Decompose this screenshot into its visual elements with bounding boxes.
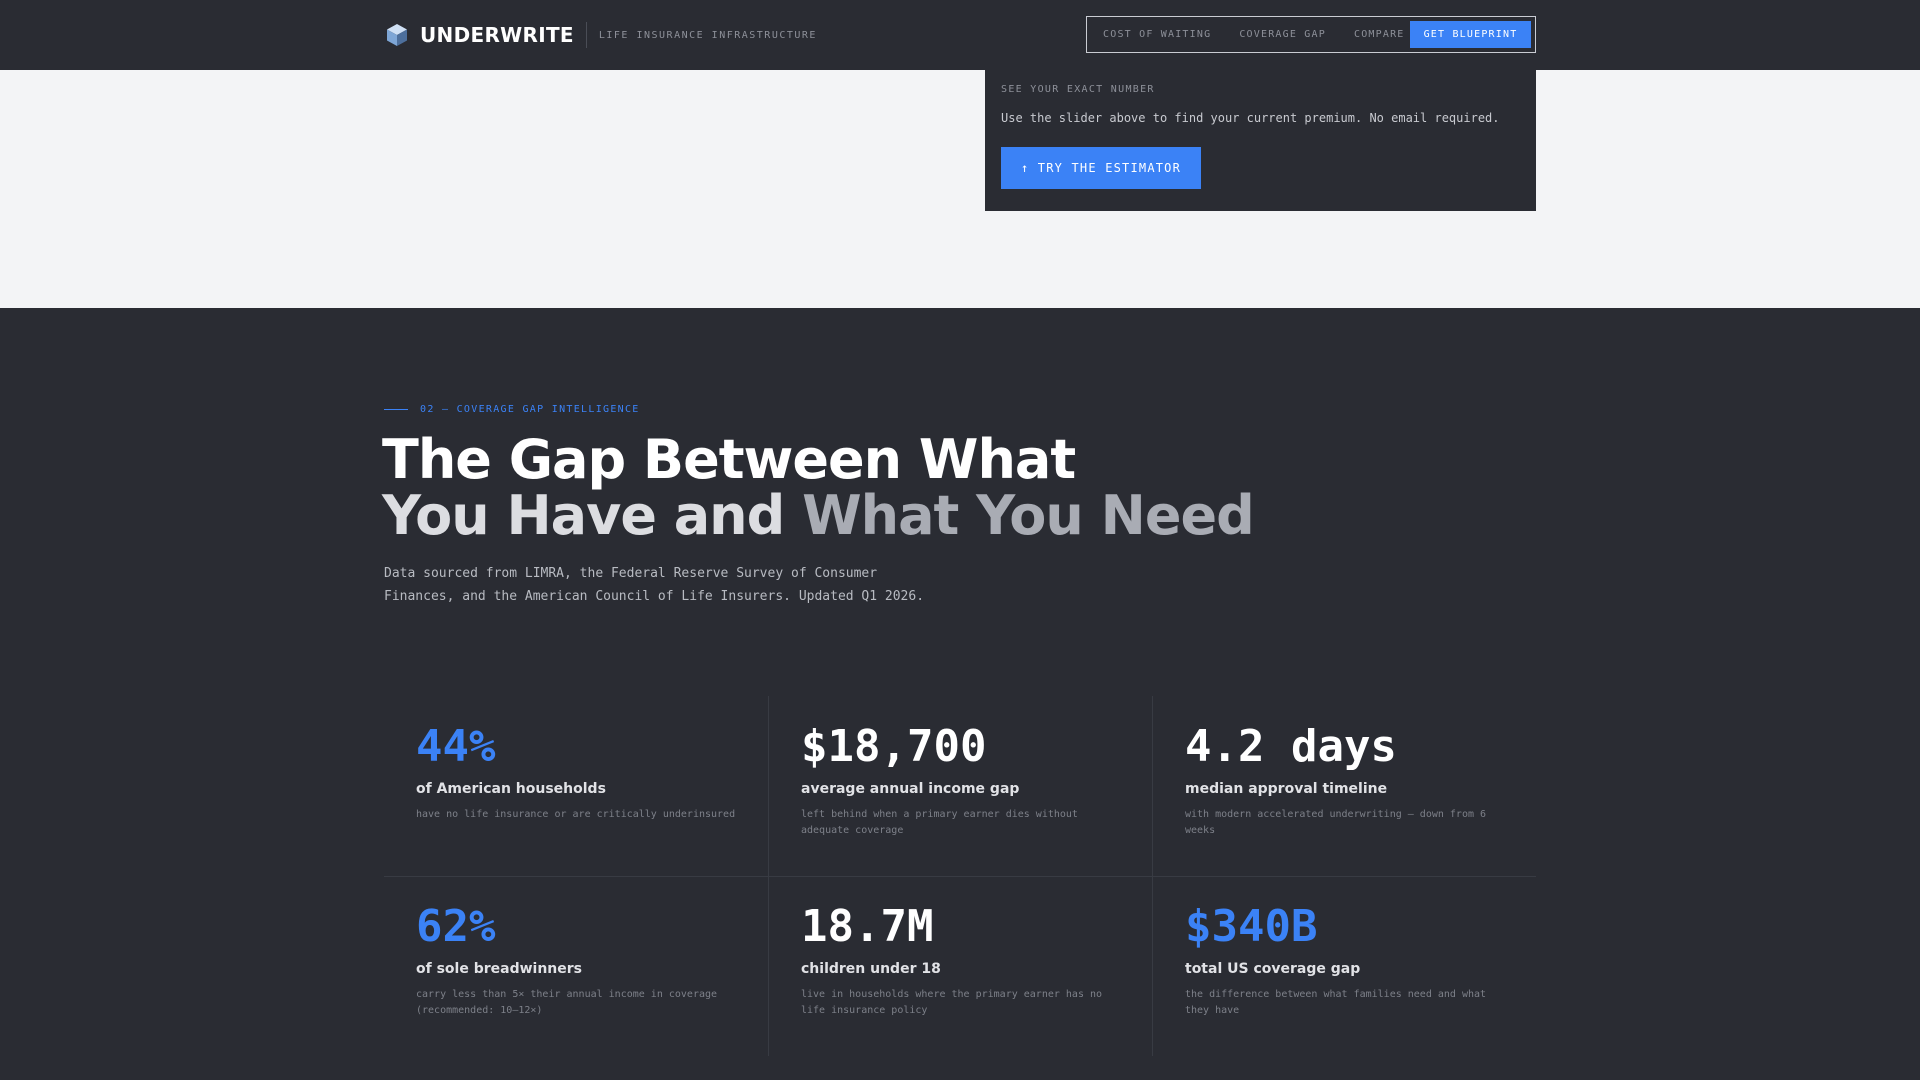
nav-link-compare[interactable]: COMPARE: [1354, 29, 1405, 40]
brand-divider: [585, 22, 587, 48]
stat-description: left behind when a primary earner dies w…: [801, 809, 1078, 836]
stat-card: 44% of American households have no life …: [384, 696, 768, 876]
headline-line-2-b: What You Need: [802, 484, 1255, 547]
stat-label: children under 18: [801, 961, 941, 977]
eyebrow-text: 02 — COVERAGE GAP INTELLIGENCE: [420, 404, 640, 415]
estimator-section-bottom: [0, 70, 1920, 308]
stat-description: live in households where the primary ear…: [801, 989, 1103, 1016]
stat-card: $340B total US coverage gap the differen…: [1152, 876, 1536, 1056]
stats-grid: 44% of American households have no life …: [384, 696, 1536, 1056]
headline-line-2-a: You Have and: [382, 484, 803, 547]
stat-label: total US coverage gap: [1185, 961, 1361, 977]
stat-value: $340B: [1185, 901, 1318, 952]
stat-value: 4.2 days: [1185, 721, 1397, 772]
brand[interactable]: UNDERWRITE LIFE INSURANCE INFRASTRUCTURE: [384, 20, 817, 50]
stat-value: 18.7M: [801, 901, 934, 952]
stat-card: 62% of sole breadwinners carry less than…: [384, 876, 768, 1056]
brand-name: UNDERWRITE: [420, 23, 574, 47]
estimator-cta-card: SEE YOUR EXACT NUMBER Use the slider abo…: [985, 70, 1536, 211]
brand-tagline: LIFE INSURANCE INFRASTRUCTURE: [598, 29, 817, 41]
main-nav: COST OF WAITING COVERAGE GAP COMPARE GET…: [1086, 16, 1536, 53]
stat-value: 62%: [416, 901, 496, 952]
stat-description: carry less than 5× their annual income i…: [416, 989, 718, 1016]
stat-card: 18.7M children under 18 live in househol…: [768, 876, 1152, 1056]
headline-line-1: The Gap Between What: [382, 428, 1076, 491]
nav-link-cost-of-waiting[interactable]: COST OF WAITING: [1103, 29, 1211, 40]
top-navigation-bar: UNDERWRITE LIFE INSURANCE INFRASTRUCTURE…: [0, 0, 1920, 70]
stat-card: 4.2 days median approval timeline with m…: [1152, 696, 1536, 876]
nav-link-coverage-gap[interactable]: COVERAGE GAP: [1239, 29, 1326, 40]
stat-card: $18,700 average annual income gap left b…: [768, 696, 1152, 876]
stat-label: of sole breadwinners: [416, 961, 582, 977]
section-eyebrow: 02 — COVERAGE GAP INTELLIGENCE: [384, 404, 640, 415]
get-blueprint-button[interactable]: GET BLUEPRINT: [1410, 21, 1531, 48]
stat-description: with modern accelerated underwriting — d…: [1185, 809, 1487, 836]
eyebrow-line: [384, 409, 408, 410]
stat-value: $18,700: [801, 721, 987, 772]
card-kicker: SEE YOUR EXACT NUMBER: [1001, 84, 1155, 95]
coverage-gap-section: 02 — COVERAGE GAP INTELLIGENCE The Gap B…: [0, 308, 1920, 1080]
section-headline: The Gap Between What You Have and What Y…: [382, 428, 1255, 547]
stat-label: average annual income gap: [801, 781, 1020, 797]
try-estimator-button[interactable]: ↑ TRY THE ESTIMATOR: [1001, 147, 1201, 189]
card-text: Use the slider above to find your curren…: [1001, 111, 1500, 125]
stat-label: median approval timeline: [1185, 781, 1388, 797]
stat-value: 44%: [416, 721, 496, 772]
stat-label: of American households: [416, 781, 606, 797]
stat-description: have no life insurance or are critically…: [416, 809, 736, 820]
section-intro: Data sourced from LIMRA, the Federal Res…: [384, 566, 925, 604]
stat-description: the difference between what families nee…: [1185, 989, 1487, 1016]
cube-logo-icon: [387, 24, 407, 46]
